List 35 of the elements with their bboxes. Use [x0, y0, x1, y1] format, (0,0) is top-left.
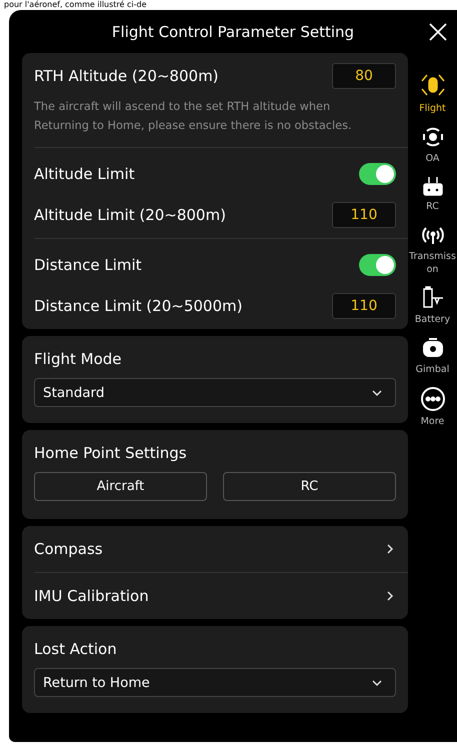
setting-label: Distance Limit	[34, 256, 142, 274]
option-button[interactable]: Aircraft	[34, 472, 207, 501]
setting-label: Distance Limit (20~5000m)	[34, 297, 242, 315]
sidebar-tab[interactable]: Flight	[408, 71, 457, 115]
description-text: The aircraft will ascend to the set RTH altitude when Returning to Home, please ensure there is no obstacles.	[34, 99, 353, 134]
option-button[interactable]: RC	[223, 472, 396, 501]
sensor-icon	[420, 125, 444, 149]
toggle-switch[interactable]	[359, 163, 396, 185]
sidebar-tab[interactable]: Transmiss on	[408, 223, 457, 276]
sidebar-tab[interactable]: Gimbal	[408, 336, 457, 376]
setting-label: RTH Altitude (20~800m)	[34, 67, 219, 85]
more-icon	[420, 386, 446, 412]
dropdown-select[interactable]: Standard	[34, 378, 396, 407]
section-heading: Home Point Settings	[34, 444, 187, 462]
section-heading: Lost Action	[34, 640, 117, 658]
section-heading: Flight Mode	[34, 350, 122, 368]
setting-label: Altitude Limit (20~800m)	[34, 206, 226, 224]
sidebar-tab[interactable]: More	[408, 386, 457, 428]
input-field[interactable]: 80	[332, 63, 396, 89]
remote-controller-icon	[422, 175, 444, 197]
input-field[interactable]: 110	[332, 202, 396, 228]
sidebar-tab[interactable]: Battery	[408, 286, 457, 326]
sidebar-tab[interactable]: OA	[408, 125, 457, 165]
battery-drone-icon	[420, 286, 444, 310]
window-title: Flight Control Parameter Setting	[110, 22, 356, 40]
dropdown-select[interactable]: Return to Home	[34, 668, 396, 697]
sidebar-tab[interactable]: RC	[408, 175, 457, 213]
input-field[interactable]: 110	[332, 293, 396, 319]
caption-text: pour l'aéronef, comme illustré ci-de	[3, 0, 148, 10]
menu-link[interactable]: IMU Calibration	[34, 577, 396, 615]
camera-icon	[420, 336, 444, 360]
menu-link[interactable]: Compass	[34, 530, 396, 568]
toggle-switch[interactable]	[359, 254, 396, 276]
close-button[interactable]	[427, 20, 449, 42]
setting-label: Altitude Limit	[34, 165, 135, 183]
